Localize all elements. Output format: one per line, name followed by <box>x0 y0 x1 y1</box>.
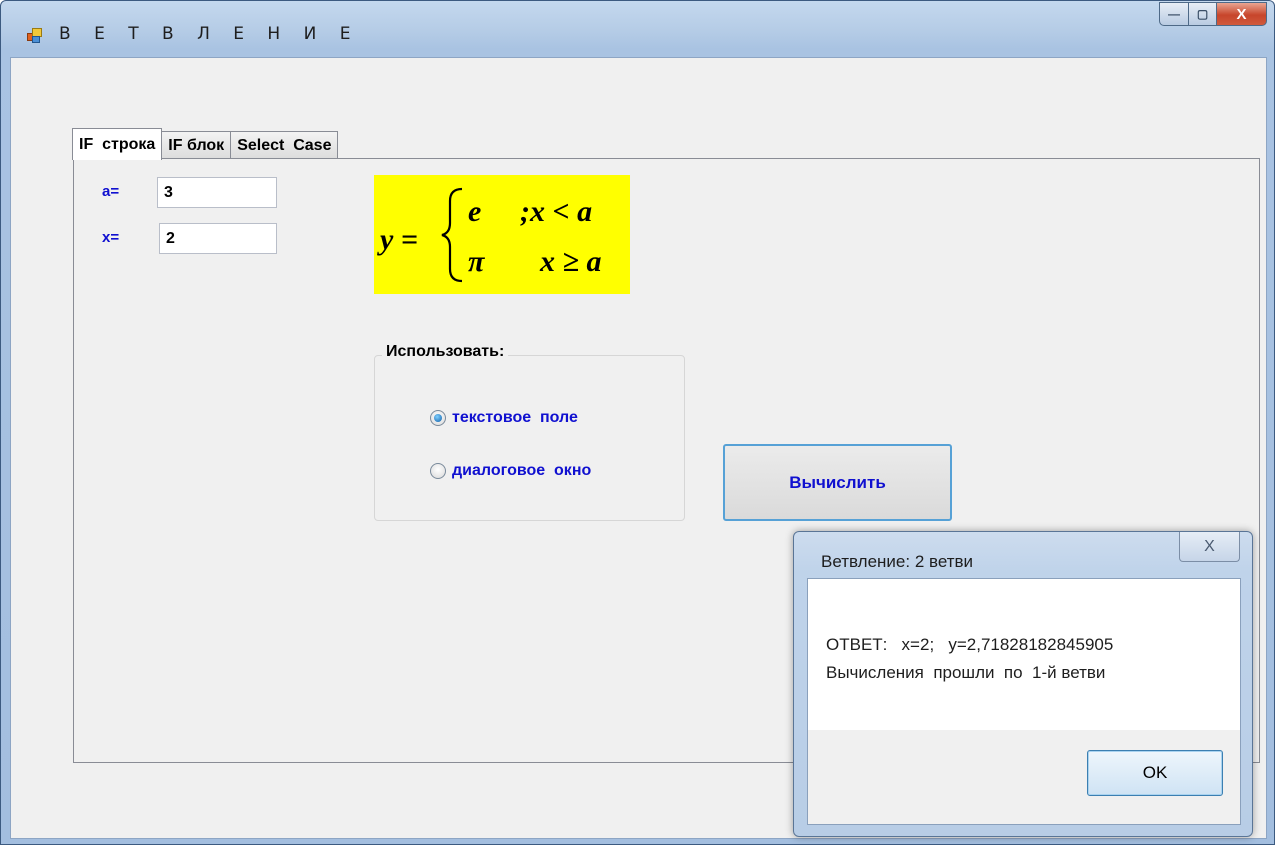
maximize-icon: ▢ <box>1196 7 1209 21</box>
close-button[interactable]: X <box>1217 2 1267 26</box>
window-title: В Е Т В Л Е Н И Е <box>59 24 360 44</box>
formula-image: y = e ;x < a π x ≥ a <box>374 175 630 294</box>
formula-lhs: y = <box>377 223 418 256</box>
radio-label: диалоговое окно <box>452 462 592 479</box>
radio-checked-icon[interactable] <box>430 410 446 426</box>
tab-label: Select Case <box>237 136 332 154</box>
branch-info-line: Вычисления прошли по 1-й ветви <box>826 663 1106 682</box>
tab-strip: IF строка IF блок Select Case <box>72 127 339 160</box>
app-icon <box>25 27 42 43</box>
group-title: Использовать: <box>382 343 509 361</box>
branch2-condition: x ≥ a <box>539 245 601 278</box>
branch1-condition: ;x < a <box>520 195 592 228</box>
message-box-body: ОТВЕТ: x=2; y=2,71828182845905 Вычислени… <box>807 578 1241 825</box>
message-box-dialog: Ветвление: 2 ветви X ОТВЕТ: x=2; y=2,718… <box>793 531 1253 837</box>
branch1-value: e <box>468 195 481 228</box>
radio-label: текстовое поле <box>452 409 578 426</box>
close-icon: X <box>1236 5 1247 23</box>
caption-buttons: — ▢ X <box>1159 2 1267 26</box>
tab-if-block[interactable]: IF блок <box>162 131 232 159</box>
use-group-box: Использовать: текстовое поле диалоговое … <box>374 343 685 521</box>
brace-shape <box>441 187 463 283</box>
branch2-value: π <box>468 245 485 278</box>
tab-label: IF строка <box>79 135 156 153</box>
a-input[interactable]: 3 <box>157 177 277 208</box>
minimize-icon: — <box>1168 7 1180 21</box>
answer-line: ОТВЕТ: x=2; y=2,71828182845905 <box>826 635 1114 654</box>
message-box-close-button[interactable]: X <box>1179 532 1240 562</box>
tab-label: IF блок <box>168 136 225 154</box>
x-label: x= <box>102 229 120 246</box>
radio-unchecked-icon[interactable] <box>430 463 446 479</box>
ok-button[interactable]: OK <box>1087 750 1223 796</box>
message-box-title: Ветвление: 2 ветви <box>821 552 974 571</box>
close-icon: X <box>1204 537 1215 555</box>
calculate-button[interactable]: Вычислить <box>723 444 952 521</box>
maximize-button[interactable]: ▢ <box>1189 2 1217 26</box>
minimize-button[interactable]: — <box>1159 2 1189 26</box>
radio-dialog-window[interactable]: диалоговое окно <box>430 462 591 480</box>
tab-if-line[interactable]: IF строка <box>72 128 163 160</box>
message-box-footer: OK <box>808 730 1240 824</box>
tab-select-case[interactable]: Select Case <box>231 131 339 159</box>
x-input[interactable]: 2 <box>159 223 277 254</box>
a-label: a= <box>102 183 120 200</box>
message-text: ОТВЕТ: x=2; y=2,71828182845905 Вычислени… <box>826 631 1113 687</box>
radio-text-field[interactable]: текстовое поле <box>430 409 578 427</box>
formula-svg: y = e ;x < a π x ≥ a <box>377 187 601 283</box>
